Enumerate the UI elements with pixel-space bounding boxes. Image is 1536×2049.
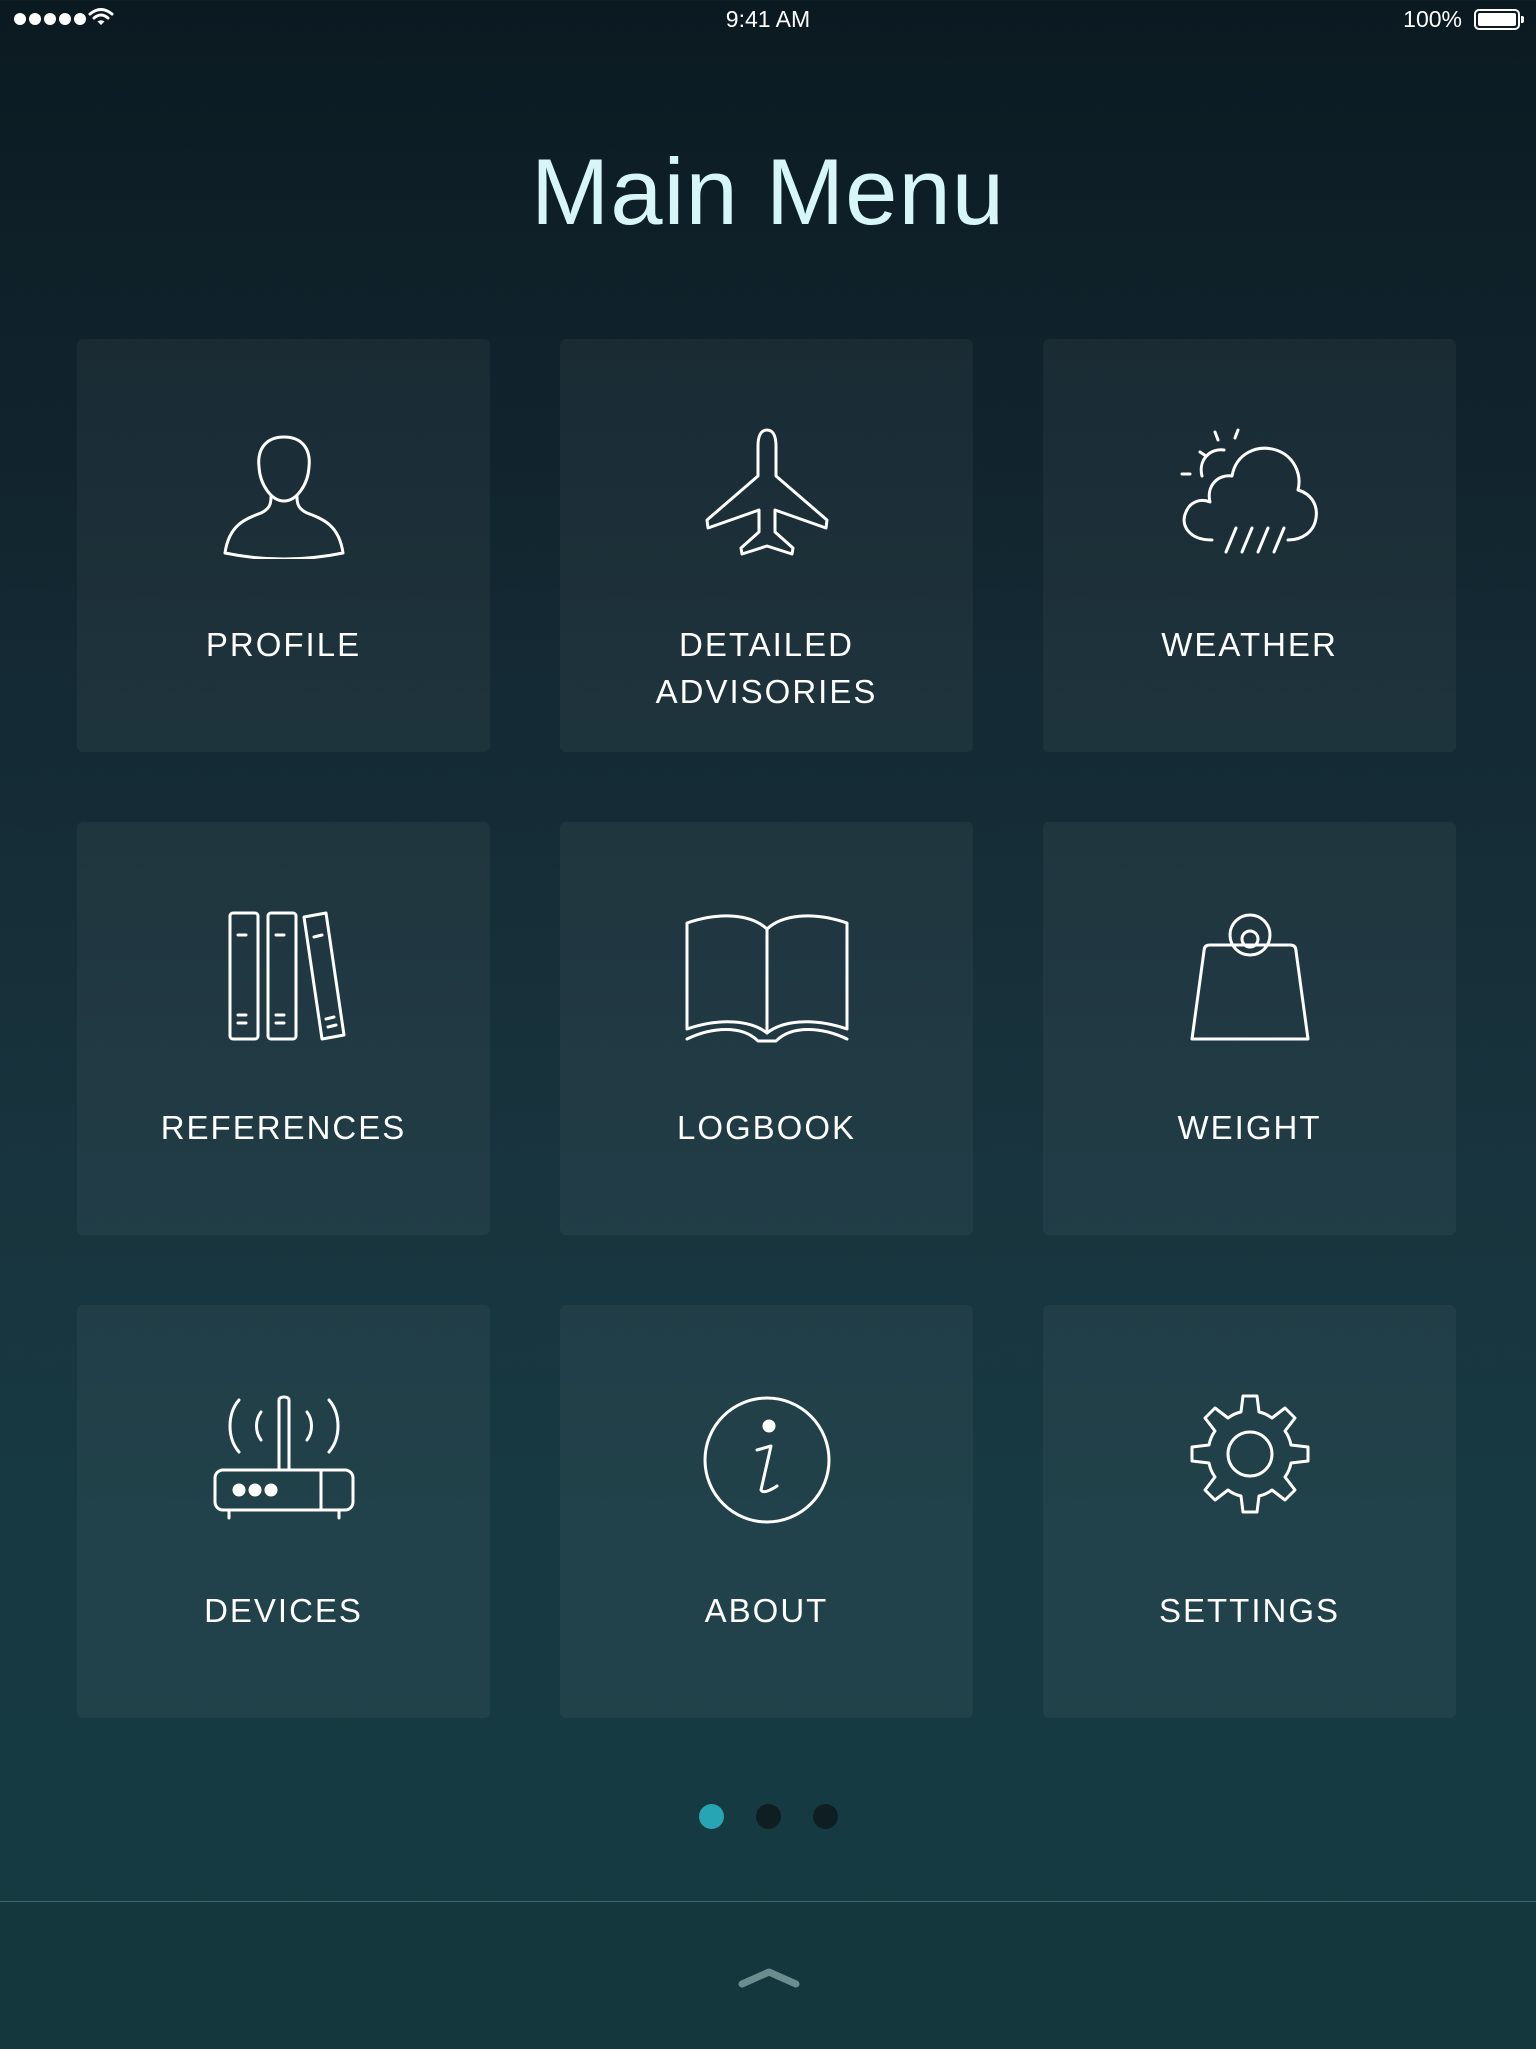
battery-percentage: 100% — [1403, 6, 1462, 32]
page-title: Main Menu — [531, 139, 1005, 244]
page-indicator[interactable] — [0, 1804, 1536, 1829]
status-bar: 9:41 AM 100% — [0, 0, 1536, 40]
info-icon — [703, 1396, 830, 1524]
menu-tile-logbook[interactable]: LOGBOOK — [560, 822, 973, 1235]
page-dot-3[interactable] — [812, 1804, 838, 1829]
menu-tile-about[interactable]: ABOUT — [560, 1305, 973, 1718]
menu-label: DETAILED ADVISORIES — [655, 626, 878, 710]
menu-label: WEATHER — [1161, 626, 1338, 663]
person-icon — [223, 435, 344, 559]
airplane-icon — [705, 428, 828, 556]
router-icon — [213, 1395, 354, 1520]
weight-icon — [1190, 913, 1309, 1041]
menu-label: DEVICES — [204, 1592, 363, 1629]
menu-label: WEIGHT — [1177, 1109, 1322, 1146]
status-time: 9:41 AM — [725, 6, 811, 32]
menu-tile-settings[interactable]: SETTINGS — [1043, 1305, 1456, 1718]
menu-tile-profile[interactable]: PROFILE — [77, 339, 490, 752]
menu-tile-weight[interactable]: WEIGHT — [1043, 822, 1456, 1235]
menu-tile-references[interactable]: REFERENCES — [77, 822, 490, 1235]
menu-label: PROFILE — [205, 626, 362, 663]
menu-label: REFERENCES — [160, 1109, 407, 1146]
weather-icon — [1180, 428, 1318, 554]
menu-tile-weather[interactable]: WEATHER — [1043, 339, 1456, 752]
books-icon — [228, 911, 345, 1041]
menu-tile-detailed-advisories[interactable]: DETAILED ADVISORIES — [560, 339, 973, 752]
menu-grid: PROFILE DETAILED ADVISORIES WEATHER REFE… — [77, 339, 1456, 1718]
menu-label: SETTINGS — [1158, 1592, 1341, 1629]
chevron-up-icon[interactable] — [738, 1964, 800, 1988]
battery-icon — [1474, 9, 1524, 30]
menu-tile-devices[interactable]: DEVICES — [77, 1305, 490, 1718]
menu-label: LOGBOOK — [676, 1109, 857, 1146]
gear-icon — [1190, 1394, 1309, 1514]
bottom-drawer-bar[interactable] — [0, 1901, 1536, 2049]
page-dot-1[interactable] — [698, 1804, 724, 1829]
page-dot-2[interactable] — [755, 1804, 781, 1829]
open-book-icon — [685, 914, 848, 1043]
menu-label: ABOUT — [704, 1592, 829, 1629]
